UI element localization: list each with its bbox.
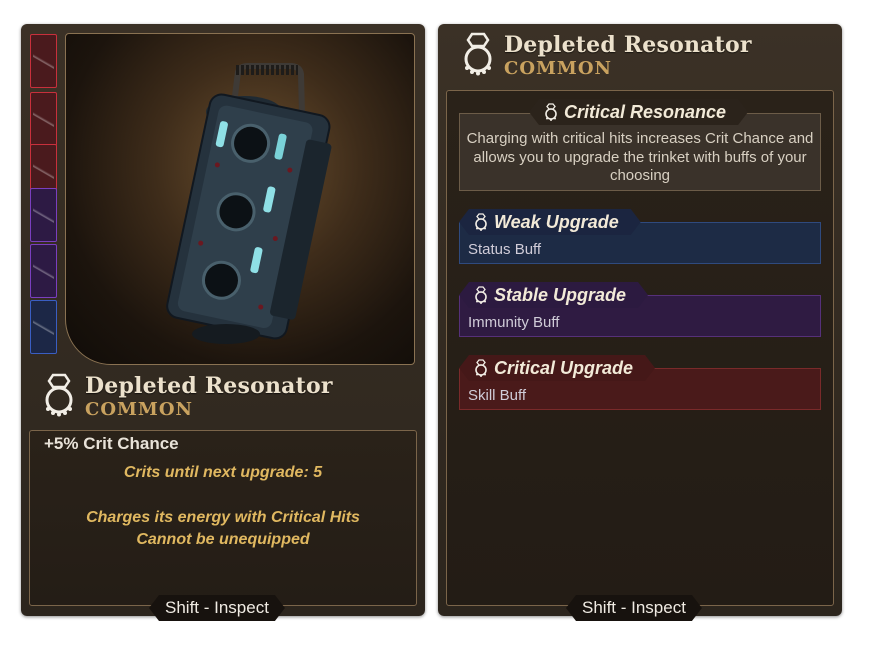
item-inspect-card: Depleted Resonator COMMON Charging with …: [438, 24, 842, 616]
stat-line: +5% Crit Chance: [44, 434, 179, 453]
weak-upgrade-subtitle: Status Buff: [468, 241, 542, 258]
stable-upgrade-title: Stable Upgrade: [494, 285, 627, 305]
rarity-strip-segment: [30, 244, 57, 298]
stable-upgrade-subtitle: Immunity Buff: [468, 314, 560, 331]
item-description-line: Cannot be unequipped: [136, 531, 310, 548]
critical-upgrade-title: Critical Upgrade: [494, 358, 634, 378]
resonance-description: Charging with critical hits increases Cr…: [466, 130, 814, 184]
ring-trinket-icon: [473, 213, 489, 231]
ring-trinket-icon: [464, 32, 492, 76]
item-name: Depleted Resonator: [85, 373, 333, 399]
critical-upgrade-header: Critical Upgrade: [459, 355, 655, 381]
inspect-hint: Shift - Inspect: [566, 595, 702, 621]
ring-trinket-icon: [473, 359, 489, 377]
resonance-header: Critical Resonance: [529, 99, 748, 125]
stats-panel: +5% Crit Chance Crits until next upgrade…: [29, 430, 417, 606]
item-rarity: COMMON: [504, 58, 612, 79]
item-tooltip-card: Depleted Resonator COMMON +5% Crit Chanc…: [21, 24, 425, 616]
item-description-line: Charges its energy with Critical Hits: [86, 509, 360, 526]
item-rarity: COMMON: [85, 399, 193, 420]
rarity-strip-segment: [30, 34, 57, 88]
upgrade-counter: Crits until next upgrade: 5: [123, 464, 323, 481]
weak-upgrade-title: Weak Upgrade: [494, 212, 619, 232]
ring-trinket-icon: [473, 286, 489, 304]
critical-upgrade-subtitle: Skill Buff: [468, 387, 527, 404]
ring-trinket-icon: [45, 373, 73, 417]
resonator-artwork: [166, 63, 332, 344]
inspect-hint: Shift - Inspect: [149, 595, 285, 621]
ring-trinket-icon: [543, 103, 559, 121]
item-name: Depleted Resonator: [504, 32, 752, 58]
rarity-strip-segment: [30, 92, 57, 146]
item-image: [65, 33, 415, 365]
weak-upgrade-header: Weak Upgrade: [459, 209, 641, 235]
upgrade-details-panel: Charging with critical hits increases Cr…: [446, 90, 834, 606]
rarity-strip-segment: [30, 188, 57, 242]
rarity-strip-segment: [30, 300, 57, 354]
stable-upgrade-header: Stable Upgrade: [459, 282, 648, 308]
resonance-title: Critical Resonance: [564, 102, 727, 122]
